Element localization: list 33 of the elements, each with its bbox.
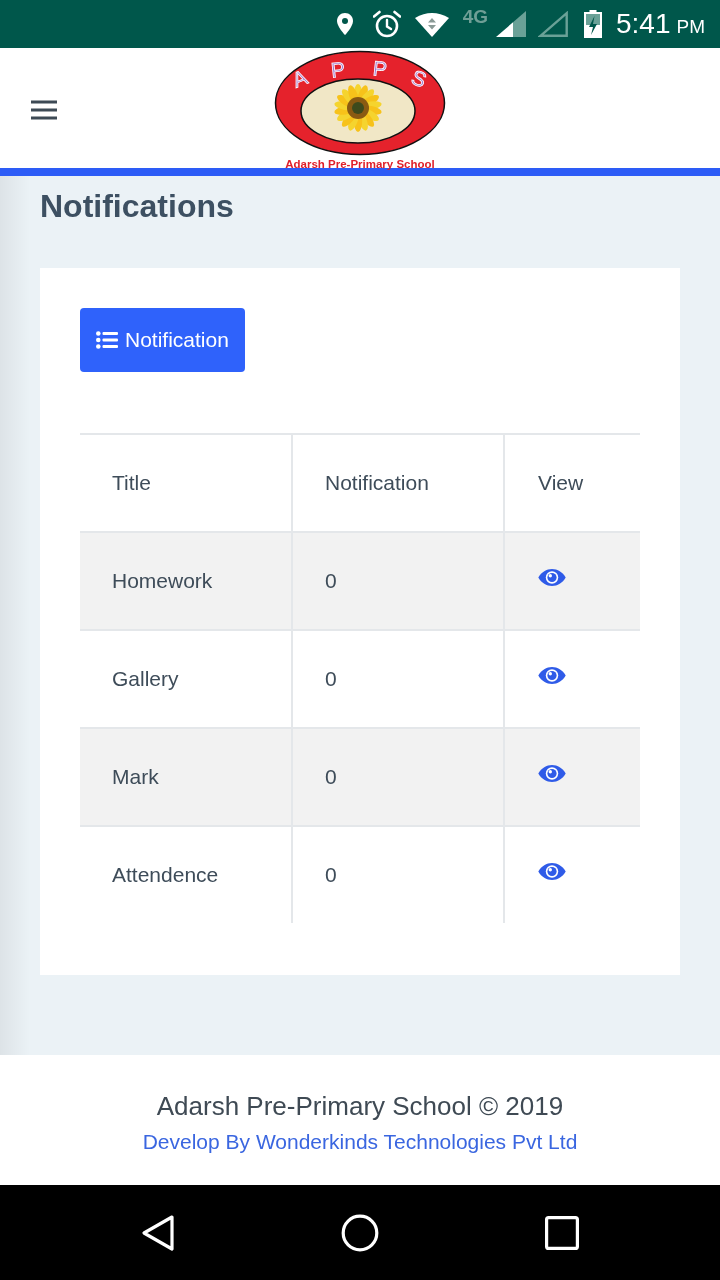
location-pin-icon [336, 13, 353, 35]
table-cell: 0 [291, 531, 503, 629]
notification-button[interactable]: Notification [80, 308, 245, 372]
logo-letter: P [329, 57, 347, 82]
alarm-clock-icon [372, 10, 401, 38]
table-cell: 0 [291, 825, 503, 923]
logo-caption: Adarsh Pre-Primary School [285, 158, 435, 171]
logo-letter: S [408, 65, 430, 92]
developer-credit-link[interactable]: Develop By Wonderkinds Technologies Pvt Ltd [142, 1129, 578, 1155]
home-icon[interactable] [341, 1213, 379, 1252]
table-cell: Homework [80, 531, 291, 629]
table-cell: Attendence [80, 825, 291, 923]
network-type-label: 4G [462, 6, 488, 28]
eye-icon[interactable] [538, 569, 566, 586]
wifi-icon [414, 11, 449, 37]
eye-icon[interactable] [538, 863, 566, 880]
copyright-text: Adarsh Pre-Primary School © 2019 [156, 1090, 564, 1122]
eye-icon[interactable] [538, 765, 566, 782]
back-icon[interactable] [141, 1213, 175, 1252]
table-cell: Mark [80, 727, 291, 825]
signal-strength-icon [496, 11, 526, 37]
menu-icon[interactable] [31, 99, 57, 120]
logo-letter: P [371, 56, 389, 81]
page-title: Notifications [40, 187, 235, 226]
status-time: 5:41 [616, 8, 671, 40]
eye-icon[interactable] [538, 667, 566, 684]
table-cell: 0 [291, 727, 503, 825]
battery-charging-icon [584, 10, 602, 38]
logo-letter: A [289, 65, 311, 92]
signal-strength-icon [538, 11, 568, 37]
status-meridiem: PM [676, 16, 705, 38]
list-icon [96, 331, 118, 349]
recents-icon[interactable] [545, 1215, 579, 1250]
